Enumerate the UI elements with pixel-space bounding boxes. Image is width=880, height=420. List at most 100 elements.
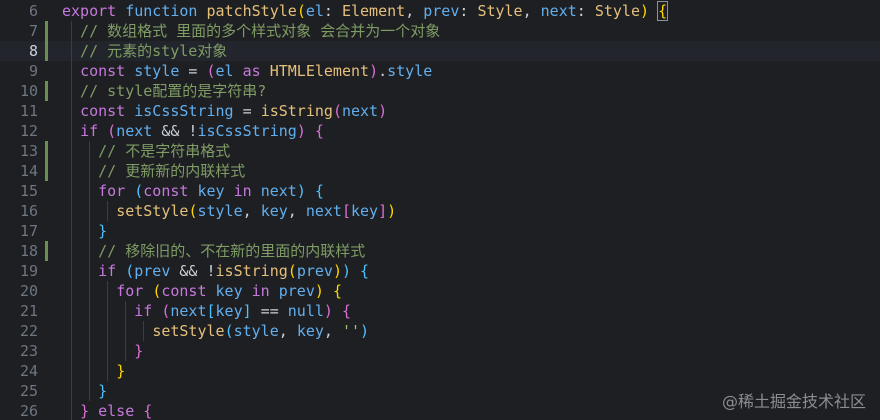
code-token: patchStyle: [206, 2, 297, 20]
code-token: isCssString: [197, 122, 297, 140]
code-line[interactable]: 18 // 移除旧的、不在新的里面的内联样式: [0, 241, 880, 261]
code-token: (: [125, 262, 135, 280]
line-number: 24: [19, 362, 38, 380]
code-text: const style = (el as HTMLElement).style: [62, 61, 432, 81]
code-token: export: [62, 2, 126, 20]
indent-guide: [89, 141, 91, 401]
code-token: (: [152, 282, 162, 300]
code-token: (: [206, 62, 216, 80]
line-number: 11: [19, 102, 38, 120]
code-token: for: [98, 182, 135, 200]
code-token: ]: [378, 202, 388, 220]
code-token: prev: [278, 282, 315, 300]
code-token: next: [540, 2, 577, 20]
code-line[interactable]: 20 for (const key in prev) {: [0, 281, 880, 301]
code-editor[interactable]: @稀土掘金技术社区 6 export function patchStyle(el…: [0, 0, 880, 420]
indent-guide: [107, 201, 109, 221]
code-token: const: [143, 182, 198, 200]
code-line[interactable]: 12 if (next && !isCssString) {: [0, 121, 880, 141]
line-number: 12: [19, 122, 38, 140]
code-token: ): [296, 182, 306, 200]
code-line[interactable]: 7 // 数组格式 里面的多个样式对象 会合并为一个对象: [0, 21, 880, 41]
modified-line-marker: [45, 241, 48, 261]
modified-line-marker: [45, 161, 48, 181]
code-token: // style配置的是字符串?: [62, 82, 267, 100]
code-token: [: [341, 202, 351, 220]
code-line[interactable]: 17 }: [0, 221, 880, 241]
code-token: Style: [594, 2, 640, 20]
code-text: for (const key in next) {: [62, 181, 324, 201]
code-token: {: [332, 282, 342, 300]
code-token: Style: [477, 2, 523, 20]
code-line[interactable]: 15 for (const key in next) {: [0, 181, 880, 201]
code-text: if (next && !isCssString) {: [62, 121, 324, 141]
code-token: in: [224, 182, 261, 200]
code-line[interactable]: 26 } else {: [0, 401, 880, 420]
code-token: }: [98, 382, 108, 400]
code-token: (: [134, 182, 144, 200]
code-token: style: [197, 202, 243, 220]
indent-guide: [71, 21, 73, 420]
code-token: ,: [405, 2, 424, 20]
code-line[interactable]: 14 // 更新新的内联样式: [0, 161, 880, 181]
code-token: }: [80, 402, 90, 420]
code-token: ): [332, 262, 342, 280]
code-text: export function patchStyle(el: Element, …: [62, 1, 669, 21]
code-token: =: [233, 102, 261, 120]
code-token: '': [341, 322, 361, 340]
code-line[interactable]: 6 export function patchStyle(el: Element,…: [0, 1, 880, 21]
code-token: prev: [423, 2, 460, 20]
code-token: key: [215, 282, 243, 300]
code-token: style: [233, 322, 279, 340]
code-token: el: [215, 62, 234, 80]
code-token: ): [640, 2, 650, 20]
code-token: key: [351, 202, 379, 220]
code-token: // 元素的style对象: [62, 42, 228, 60]
code-token: ): [296, 122, 306, 140]
code-line[interactable]: 24 }: [0, 361, 880, 381]
code-token: {: [314, 182, 324, 200]
code-line[interactable]: 11 const isCssString = isString(next): [0, 101, 880, 121]
code-line[interactable]: 10 // style配置的是字符串?: [0, 81, 880, 101]
code-token: {: [341, 302, 351, 320]
code-line[interactable]: 21 if (next[key] == null) {: [0, 301, 880, 321]
code-line[interactable]: 9 const style = (el as HTMLElement).styl…: [0, 61, 880, 81]
code-line[interactable]: 8 // 元素的style对象: [0, 41, 880, 61]
code-token: ,: [323, 322, 342, 340]
code-line[interactable]: 19 if (prev && !isString(prev)) {: [0, 261, 880, 281]
code-text: if (next[key] == null) {: [62, 301, 351, 321]
code-token: ): [323, 302, 333, 320]
code-token: (: [224, 322, 234, 340]
code-token: if: [80, 122, 108, 140]
code-line[interactable]: 16 setStyle(style, key, next[key]): [0, 201, 880, 221]
code-token: ): [378, 102, 388, 120]
code-token: // 不是字符串格式: [62, 142, 231, 160]
code-line[interactable]: 22 setStyle(style, key, ''): [0, 321, 880, 341]
code-line[interactable]: 13 // 不是字符串格式: [0, 141, 880, 161]
code-token: }: [116, 362, 126, 380]
code-token: [: [206, 302, 216, 320]
line-number: 26: [19, 402, 38, 420]
code-token: }: [98, 222, 108, 240]
code-token: =: [179, 62, 207, 80]
line-number: 8: [28, 42, 38, 60]
code-token: HTMLElement: [269, 62, 370, 80]
code-token: :: [459, 2, 478, 20]
code-token: (: [332, 102, 342, 120]
code-line[interactable]: 23 }: [0, 341, 880, 361]
code-text: }: [62, 221, 107, 241]
code-token: style: [134, 62, 180, 80]
code-token: ]: [242, 302, 252, 320]
line-number: 17: [19, 222, 38, 240]
code-token: (: [296, 2, 306, 20]
code-token: ==: [251, 302, 288, 320]
code-token: next: [170, 302, 207, 320]
line-number: 7: [28, 22, 38, 40]
line-number: 6: [28, 2, 38, 20]
code-line[interactable]: 25 }: [0, 381, 880, 401]
code-token: && !: [152, 122, 198, 140]
